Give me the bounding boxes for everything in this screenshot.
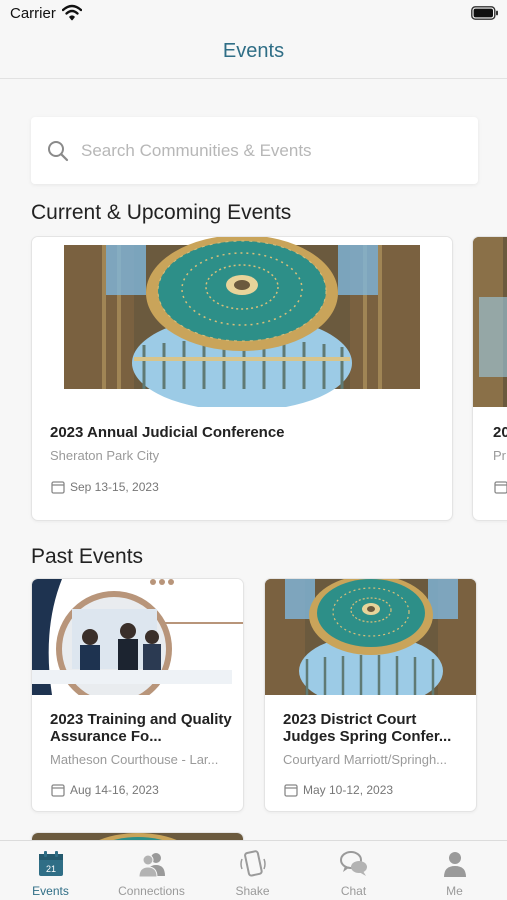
event-date: Aug 14-16, 2023 [70, 783, 159, 797]
carrier-label: Carrier [10, 5, 56, 22]
calendar-day: 21 [45, 864, 55, 874]
tab-label: Chat [340, 884, 367, 898]
event-card-past-1[interactable]: 2023 Training and Quality Assurance Fo..… [31, 578, 244, 812]
tab-label: Shake [235, 884, 270, 898]
event-image [32, 579, 243, 695]
nav-bar: Events [0, 28, 507, 79]
calendar-icon [494, 481, 507, 494]
event-title: 2023 Training and Quality Assurance Fo..… [50, 711, 232, 745]
tab-label: Me [446, 884, 463, 898]
section-title-past: Past Events [31, 545, 144, 568]
event-location: Pr [493, 448, 506, 463]
calendar-icon [51, 784, 65, 797]
status-bar: Carrier [0, 0, 507, 28]
battery-icon [471, 6, 498, 20]
phone-shake-icon [239, 850, 266, 877]
tab-label: Events [32, 884, 69, 898]
event-title: 2023 Annual Judicial Conference [50, 424, 285, 441]
chat-bubbles-icon [339, 851, 367, 876]
section-title-current: Current & Upcoming Events [31, 201, 292, 224]
page-title: Events [222, 40, 285, 62]
tab-me[interactable]: Me [404, 841, 505, 900]
search-bar[interactable]: Search Communities & Events [31, 117, 478, 184]
event-title: 20 [493, 424, 507, 441]
tab-shake[interactable]: Shake [202, 841, 303, 900]
calendar-icon [51, 481, 65, 494]
event-title: 2023 District Court Judges Spring Confer… [283, 711, 452, 745]
tab-label: Connections [118, 884, 185, 898]
event-card-past-2[interactable]: 2023 District Court Judges Spring Confer… [264, 578, 477, 812]
calendar-icon [284, 784, 298, 797]
event-image [265, 579, 476, 695]
event-image [473, 237, 507, 407]
event-date: May 10-12, 2023 [303, 783, 394, 797]
event-date: Sep 13-15, 2023 [70, 480, 159, 494]
event-location: Courtyard Marriott/Springh... [283, 752, 448, 767]
event-card-current-1[interactable]: 2023 Annual Judicial Conference Sheraton… [31, 236, 453, 521]
event-card-current-2[interactable]: 20 Pr [472, 236, 507, 521]
wifi-icon [62, 4, 82, 21]
event-location: Matheson Courthouse - Lar... [50, 752, 219, 767]
search-icon [48, 141, 69, 162]
tab-bar: 21 Events Connections Shake Chat Me [0, 840, 507, 900]
event-location: Sheraton Park City [50, 448, 160, 463]
tab-chat[interactable]: Chat [303, 841, 404, 900]
people-icon [137, 853, 165, 878]
person-icon [443, 852, 466, 877]
search-input[interactable]: Search Communities & Events [81, 141, 312, 161]
calendar-icon: 21 [38, 851, 63, 876]
tab-connections[interactable]: Connections [101, 841, 202, 900]
event-image [32, 237, 452, 407]
tab-events[interactable]: 21 Events [0, 841, 101, 900]
